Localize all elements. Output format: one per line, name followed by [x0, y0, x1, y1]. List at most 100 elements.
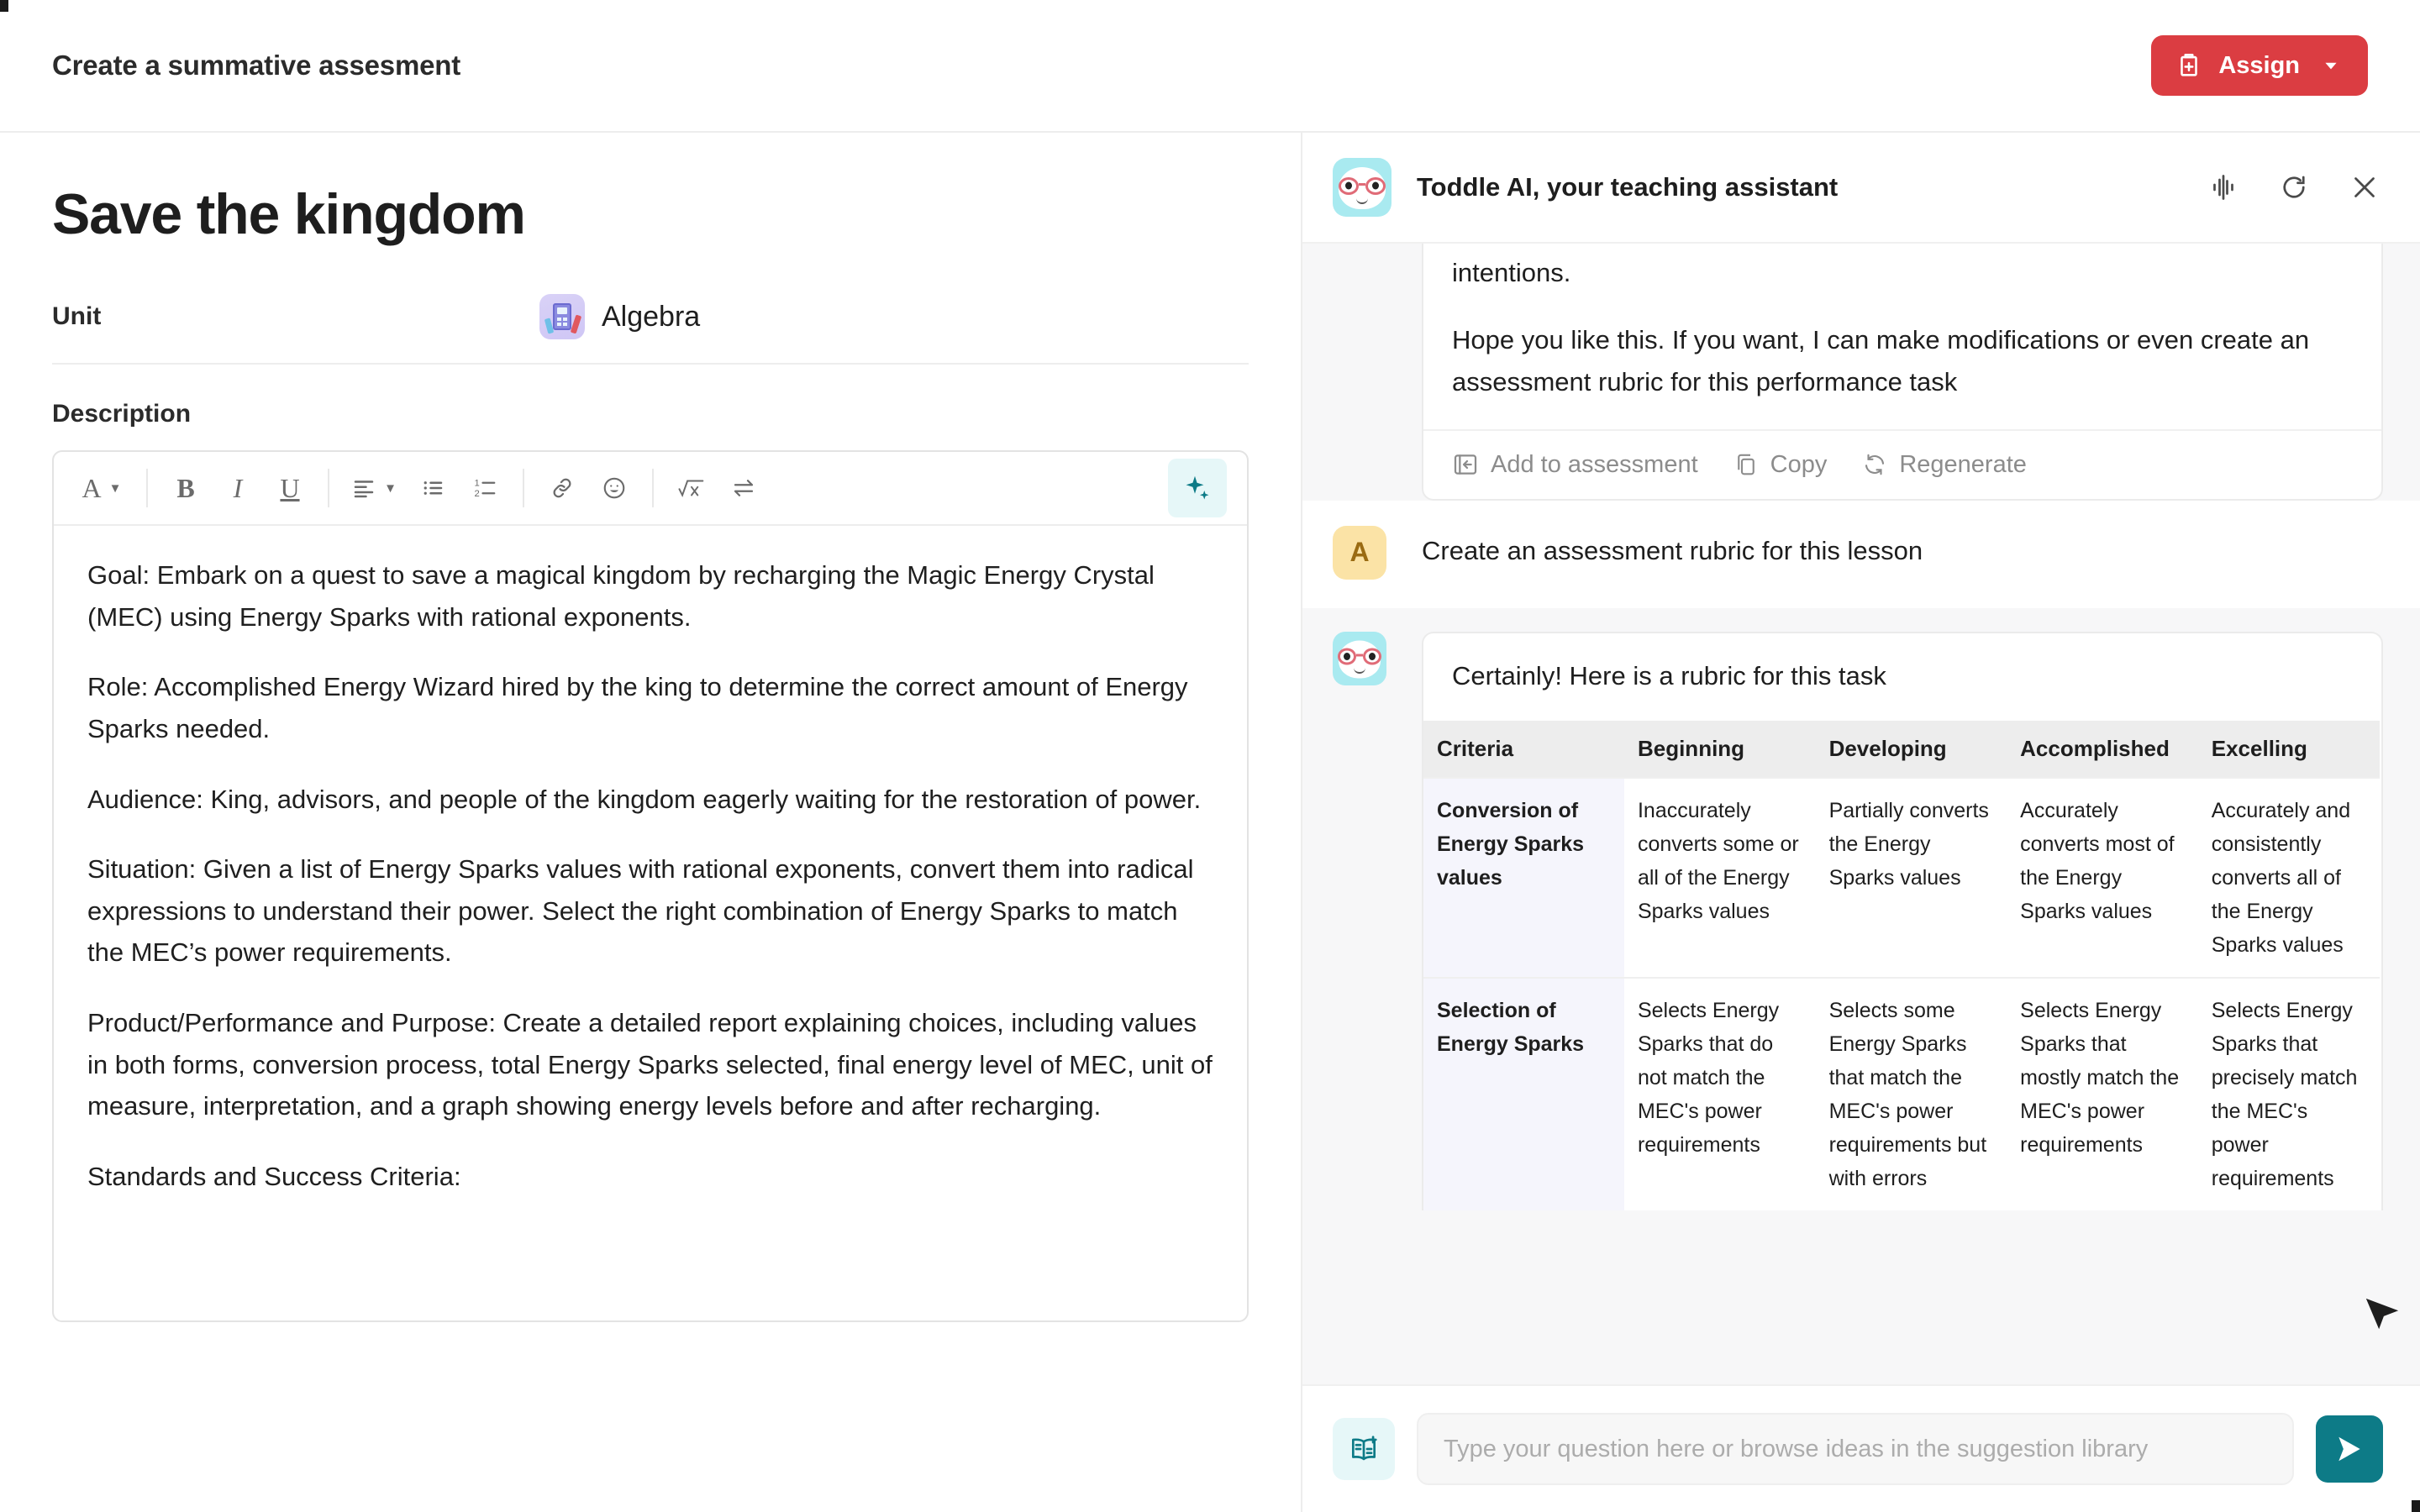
assistant-message-body: intentions. Hope you like this. If you w…: [1392, 244, 2383, 501]
assistant-rubric-card: Certainly! Here is a rubric for this tas…: [1422, 631, 2383, 1210]
rubric-header-accomplished: Accomplished: [2007, 720, 2198, 778]
rubric-table: Criteria Beginning Developing Accomplish…: [1423, 720, 2380, 1210]
assistant-paragraph-partial: intentions.: [1452, 258, 1571, 287]
regenerate-button[interactable]: Regenerate: [1862, 451, 2027, 479]
rubric-cell: Inaccurately converts some or all of the…: [1623, 776, 1816, 978]
rubric-cell: Selects Energy Sparks that mostly match …: [2007, 976, 2198, 1210]
top-bar: Create a summative assesment Assign: [0, 0, 2420, 133]
emoji-button[interactable]: [588, 462, 640, 514]
send-icon: [2333, 1433, 2365, 1465]
ai-panel-title: Toddle AI, your teaching assistant: [1417, 172, 1839, 202]
assistant-card-text: intentions. Hope you like this. If you w…: [1423, 244, 2381, 404]
rubric-cell: Accurately converts most of the Energy S…: [2007, 776, 2198, 978]
description-paragraph: Product/Performance and Purpose: Create …: [87, 1007, 1213, 1121]
avatar: A: [1333, 525, 1386, 580]
chat-composer: [1302, 1384, 2420, 1512]
toolbar-divider: [146, 469, 148, 508]
description-paragraph: Goal: Embark on a quest to save a magica…: [87, 560, 1155, 632]
numbered-list-button[interactable]: 1 2: [459, 462, 511, 514]
underline-glyph: U: [280, 473, 300, 504]
rubric-cell: Accurately and consistently converts all…: [2197, 776, 2380, 978]
emoji-icon: [602, 475, 627, 501]
assign-button[interactable]: Assign: [2151, 35, 2368, 96]
description-paragraph: Role: Accomplished Energy Wizard hired b…: [87, 672, 1188, 743]
rubric-criteria-cell: Conversion of Energy Sparks values: [1423, 776, 1624, 978]
copy-label: Copy: [1770, 450, 1828, 478]
close-icon[interactable]: [2346, 169, 2383, 206]
table-row: Selection of Energy Sparks Selects Energ…: [1423, 976, 2380, 1210]
copy-button[interactable]: Copy: [1733, 450, 1828, 479]
toolbar-divider: [523, 469, 524, 508]
rubric-header-criteria: Criteria: [1423, 720, 1624, 778]
rubric-header-developing: Developing: [1815, 720, 2007, 778]
assessment-editor-pane: Save the kingdom Unit Algebra Descriptio…: [0, 133, 1302, 1512]
bullet-list-icon: [420, 475, 445, 501]
swap-button[interactable]: [718, 462, 770, 514]
assistant-message-row: Certainly! Here is a rubric for this tas…: [1302, 607, 2420, 1384]
toolbar-divider: [328, 469, 329, 508]
bold-button[interactable]: B: [160, 462, 212, 514]
bot-glasses-avatar-icon: [1333, 631, 1386, 685]
clipboard-plus-icon: [2175, 51, 2203, 80]
bottom-right-edge-mark: [2412, 1500, 2420, 1512]
user-message-row: A Create an assessment rubric for this l…: [1302, 500, 2420, 608]
swap-arrows-icon: [730, 475, 757, 501]
assessment-title[interactable]: Save the kingdom: [52, 181, 1249, 247]
link-button[interactable]: [536, 462, 588, 514]
unit-label: Unit: [52, 302, 102, 331]
align-left-icon: [351, 475, 376, 501]
description-editor: A ▼ B I U ▼ 1 2 Goal: Embark on a quest …: [52, 450, 1249, 1323]
assistant-card-text: Certainly! Here is a rubric for this tas…: [1423, 633, 2381, 697]
send-button[interactable]: [2316, 1415, 2383, 1483]
refresh-icon[interactable]: [2275, 169, 2312, 206]
chevron-down-icon: ▼: [384, 480, 397, 496]
suggestion-library-button[interactable]: [1333, 1418, 1395, 1480]
rubric-cell: Selects Energy Sparks that do not match …: [1623, 976, 1816, 1210]
chat-scroll-area[interactable]: intentions. Hope you like this. If you w…: [1302, 244, 2420, 1384]
assistant-message-body: Certainly! Here is a rubric for this tas…: [1392, 631, 2383, 1384]
editor-toolbar: A ▼ B I U ▼ 1 2: [54, 452, 1247, 527]
add-to-assessment-icon: [1452, 451, 1479, 478]
voice-waveform-icon[interactable]: [2205, 169, 2242, 206]
chevron-down-icon: ▼: [108, 480, 122, 496]
ai-header-actions: [2205, 169, 2383, 206]
regenerate-label: Regenerate: [1899, 450, 2027, 478]
assistant-avatar-slot: [1333, 244, 1392, 501]
description-label: Description: [52, 400, 192, 428]
sqrt-x-icon: [677, 475, 706, 501]
description-paragraph: Audience: King, advisors, and people of …: [87, 784, 1202, 814]
bot-glasses-avatar-icon: [1333, 158, 1392, 217]
assistant-card-actions: Add to assessment Copy Regenerate: [1423, 431, 2381, 499]
table-row: Conversion of Energy Sparks values Inacc…: [1423, 776, 2380, 978]
bold-glyph: B: [176, 473, 195, 504]
rubric-intro-text: Certainly! Here is a rubric for this tas…: [1452, 660, 1886, 690]
assign-button-label: Assign: [2218, 51, 2300, 79]
ai-panel-header: Toddle AI, your teaching assistant: [1302, 133, 2420, 244]
rubric-header-excelling: Excelling: [2197, 720, 2380, 778]
ai-assist-button[interactable]: [1168, 459, 1227, 518]
text-style-button[interactable]: A ▼: [69, 462, 134, 514]
chevron-down-icon: [2322, 56, 2340, 75]
rubric-cell: Selects some Energy Sparks that match th…: [1815, 976, 2007, 1210]
rubric-cell: Partially converts the Energy Sparks val…: [1815, 776, 2007, 978]
underline-button[interactable]: U: [264, 462, 316, 514]
italic-button[interactable]: I: [212, 462, 264, 514]
main-body: Save the kingdom Unit Algebra Descriptio…: [0, 133, 2420, 1512]
align-button[interactable]: ▼: [341, 462, 407, 514]
assistant-avatar-slot: [1333, 631, 1392, 1384]
page-title: Create a summative assesment: [52, 50, 461, 81]
description-paragraph: Standards and Success Criteria:: [87, 1161, 461, 1191]
description-content[interactable]: Goal: Embark on a quest to save a magica…: [54, 526, 1247, 1320]
search-input[interactable]: [1417, 1413, 2294, 1485]
ai-assistant-panel: Toddle AI, your teaching assistant inten…: [1302, 133, 2420, 1512]
user-message-body: Create an assessment rubric for this les…: [1392, 526, 2383, 580]
unit-value[interactable]: Algebra: [539, 294, 700, 340]
italic-glyph: I: [233, 473, 243, 504]
bulleted-list-button[interactable]: [407, 462, 459, 514]
math-button[interactable]: [666, 462, 718, 514]
calculator-icon: [539, 294, 585, 340]
link-icon: [550, 475, 575, 501]
add-to-assessment-button[interactable]: Add to assessment: [1452, 451, 1698, 479]
assistant-message-row: intentions. Hope you like this. If you w…: [1302, 244, 2420, 501]
add-to-assessment-label: Add to assessment: [1491, 450, 1698, 478]
